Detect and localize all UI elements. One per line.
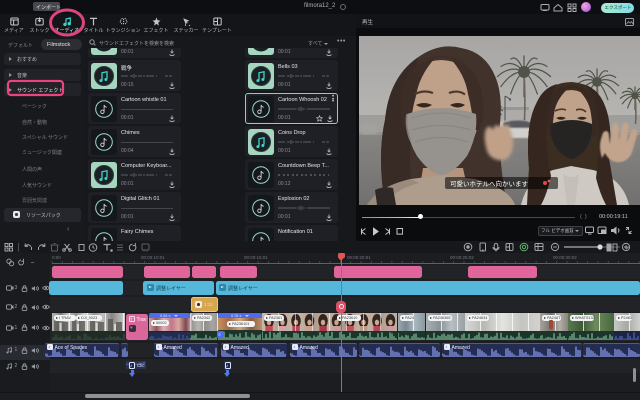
svg-text:可愛いホテルへ向かいます: 可愛いホテルへ向かいます (450, 179, 529, 188)
